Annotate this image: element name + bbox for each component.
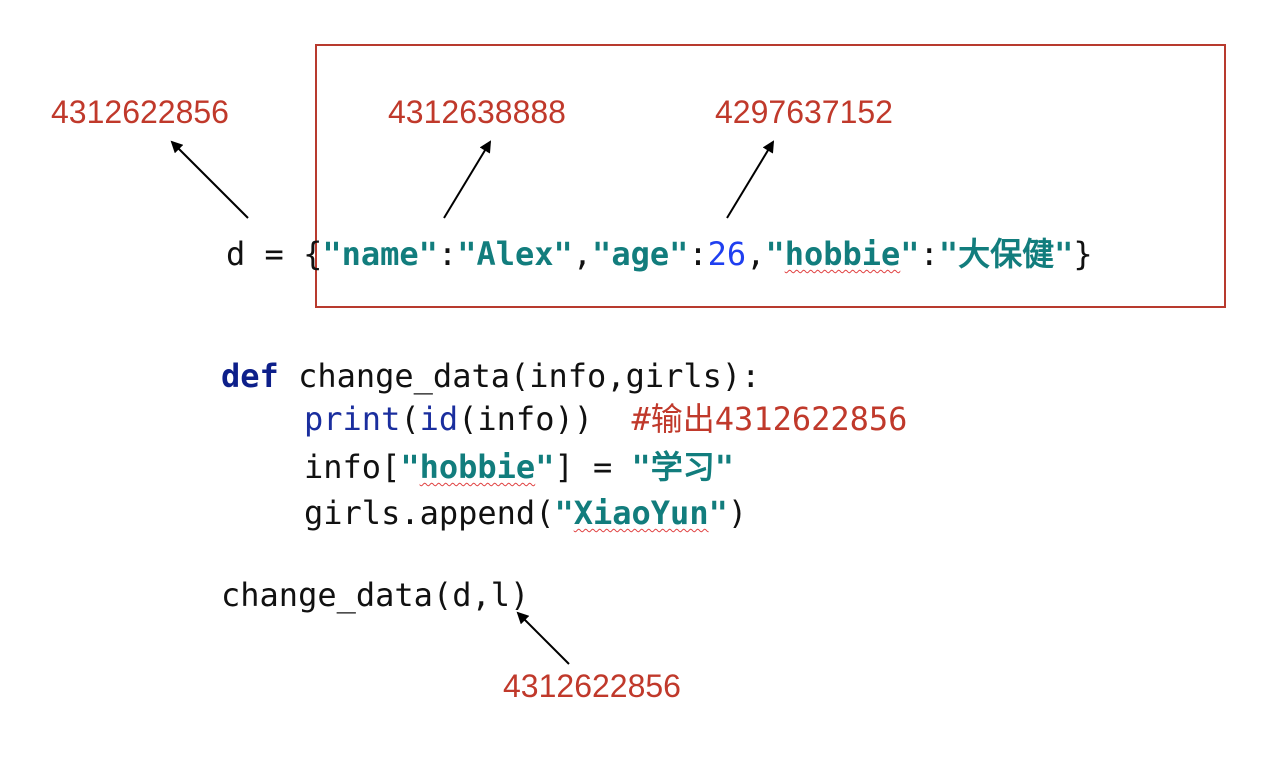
annotation-arrows [170, 140, 775, 665]
age-value-arrow [726, 140, 775, 219]
l-address-arrow [516, 611, 570, 665]
d-address-arrow [170, 140, 249, 219]
name-value-arrow [443, 140, 492, 219]
